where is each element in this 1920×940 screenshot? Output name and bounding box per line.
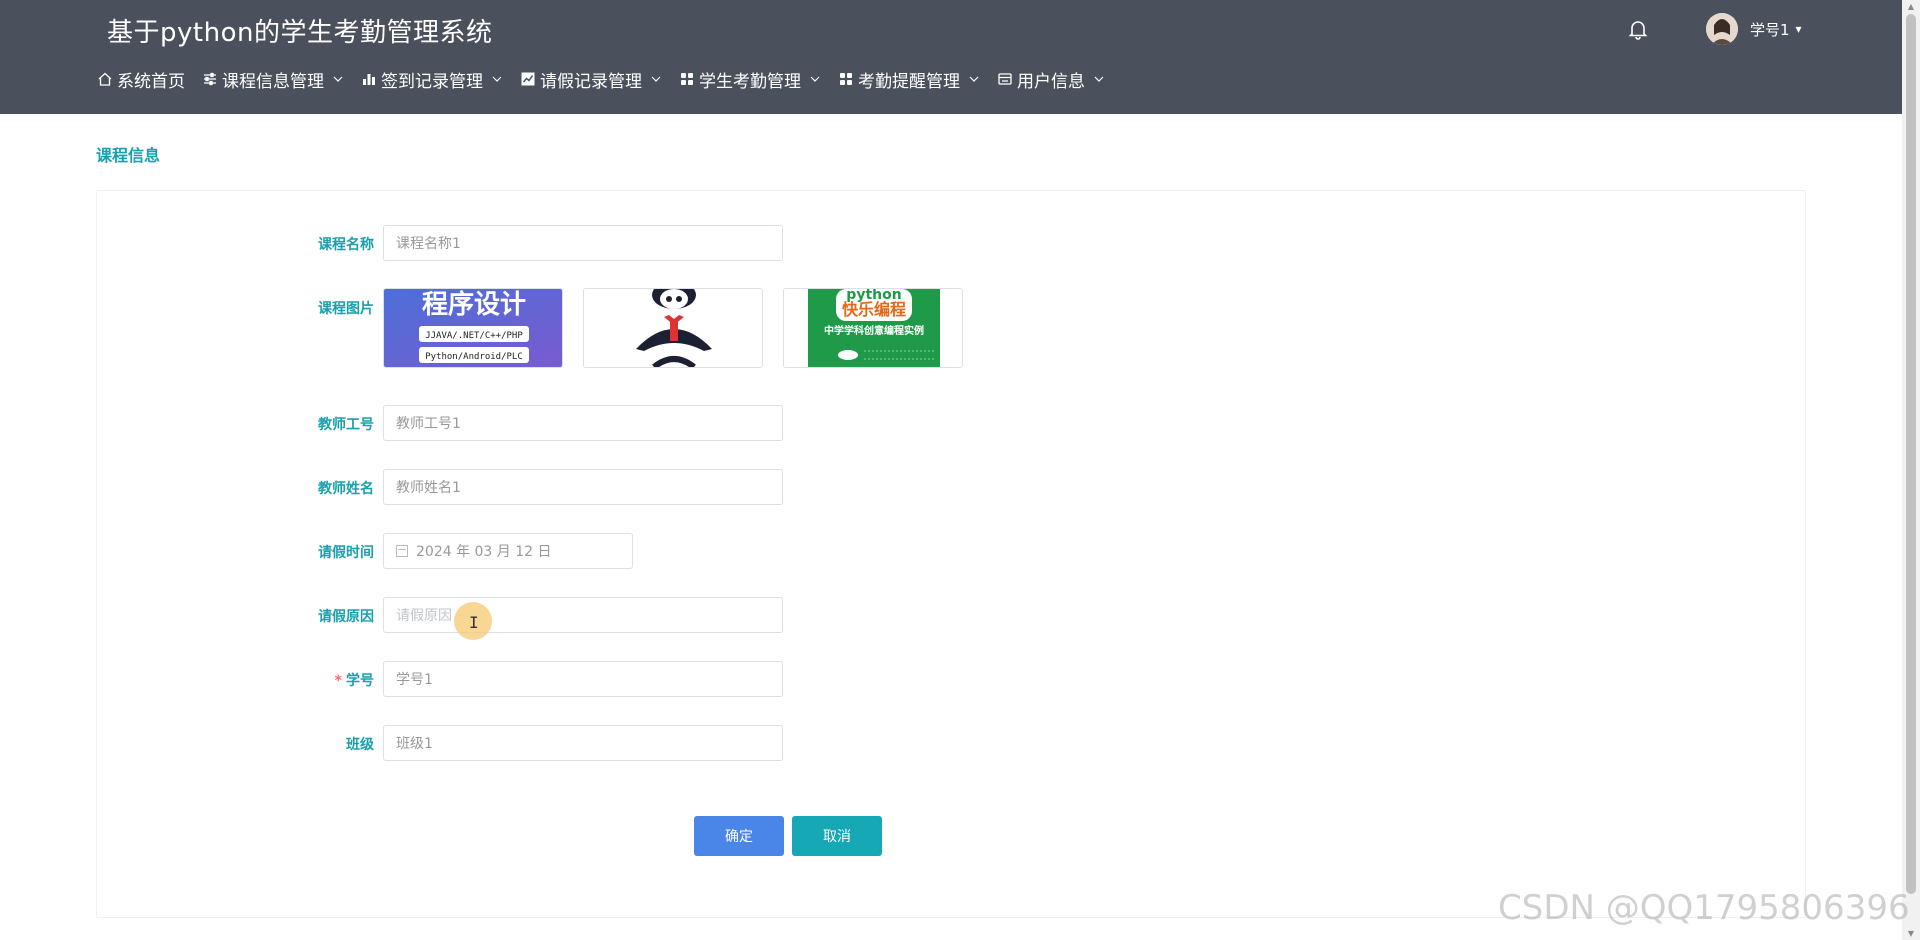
image-python-book[interactable]: python 快乐编程 中学学科创意编程实例	[783, 288, 963, 368]
chevron-down-icon	[651, 76, 661, 82]
leave-time-value: 2024 年 03 月 12 日	[416, 544, 552, 560]
teacher-id-field[interactable]: 教师工号1	[383, 405, 783, 441]
required-mark: *	[334, 673, 342, 689]
grid-icon	[681, 73, 693, 85]
teacher-name-field[interactable]: 教师姓名1	[383, 469, 783, 505]
nav-item-label: 系统首页	[117, 71, 185, 92]
teacher-name-label: 教师姓名	[318, 481, 374, 497]
course-name-field[interactable]: 课程名称1	[383, 225, 783, 261]
image-text-happy: 快乐编程	[842, 300, 906, 319]
nav-item-label: 请假记录管理	[540, 71, 642, 92]
student-id-label: * 学号	[274, 670, 374, 690]
page-title: 课程信息	[96, 146, 161, 165]
course-image-label: 课程图片	[318, 301, 374, 317]
home-icon	[98, 72, 112, 86]
chevron-down-icon	[1094, 76, 1104, 82]
watermark: CSDN @QQ1795806396	[1498, 888, 1910, 928]
line-chart-icon	[521, 72, 535, 86]
card-icon	[998, 73, 1012, 85]
confirm-button[interactable]: 确定	[694, 816, 784, 856]
student-id-field[interactable]: 学号1	[383, 661, 783, 697]
nav-item-user-info[interactable]: 用户信息	[997, 67, 1105, 92]
user-name: 学号1	[1750, 20, 1790, 39]
class-label: 班级	[346, 737, 374, 753]
nav-item-signin-records[interactable]: 签到记录管理	[361, 67, 503, 92]
image-text-subtitle: 中学学科创意编程实例	[824, 324, 924, 337]
leave-reason-label: 请假原因	[318, 609, 374, 625]
scrollbar-thumb[interactable]	[1906, 14, 1916, 894]
image-text-sub2: Python/Android/PLC	[425, 352, 523, 362]
chevron-down-icon	[492, 76, 502, 82]
student-id-label-text: 学号	[346, 673, 374, 689]
nav-item-attendance-reminder[interactable]: 考勤提醒管理	[838, 67, 980, 92]
scroll-up-icon[interactable]: ▲	[1906, 2, 1916, 11]
scrollbar[interactable]: ▲ ▼	[1902, 0, 1920, 940]
leave-reason-field[interactable]: 请假原因	[383, 597, 783, 633]
image-text-sub1: JJAVA/.NET/C++/PHP	[425, 331, 523, 341]
grid-icon	[840, 73, 852, 85]
avatar	[1706, 13, 1738, 45]
class-field[interactable]: 班级1	[383, 725, 783, 761]
nav-item-label: 课程信息管理	[222, 71, 324, 92]
top-header: 基于python的学生考勤管理系统 学号1 ▾ 系统首页 课程信息管理 签到记录…	[0, 0, 1902, 114]
nav-item-label: 签到记录管理	[381, 71, 483, 92]
main-nav: 系统首页 课程信息管理 签到记录管理 请假记录管理 学生考勤管理 考勤提醒管理	[97, 64, 1122, 94]
leave-time-datepicker[interactable]: 2024 年 03 月 12 日	[383, 533, 633, 569]
nav-item-home[interactable]: 系统首页	[97, 67, 185, 92]
nav-item-leave-records[interactable]: 请假记录管理	[520, 67, 662, 92]
text-cursor-icon: I	[469, 613, 479, 632]
scroll-down-icon[interactable]: ▼	[1906, 929, 1916, 938]
bell-icon[interactable]	[1626, 17, 1650, 41]
bar-chart-icon	[363, 74, 375, 85]
image-text-title: 程序设计	[422, 289, 526, 320]
cancel-button[interactable]: 取消	[792, 816, 882, 856]
course-name-label: 课程名称	[318, 237, 374, 253]
leave-time-label: 请假时间	[318, 545, 374, 561]
calendar-icon	[396, 545, 408, 557]
sliders-icon	[204, 72, 216, 86]
image-programming-design[interactable]: 程序设计 JJAVA/.NET/C++/PHP Python/Android/P…	[383, 288, 563, 368]
chevron-down-icon	[969, 76, 979, 82]
teacher-id-label: 教师工号	[318, 417, 374, 433]
nav-item-student-attendance[interactable]: 学生考勤管理	[679, 67, 821, 92]
chevron-down-icon	[333, 76, 343, 82]
nav-item-label: 考勤提醒管理	[858, 71, 960, 92]
nav-item-label: 学生考勤管理	[699, 71, 801, 92]
nav-item-label: 用户信息	[1017, 71, 1085, 92]
chevron-down-icon	[810, 76, 820, 82]
site-title: 基于python的学生考勤管理系统	[107, 18, 493, 48]
user-menu[interactable]: 学号1 ▾	[1706, 12, 1802, 46]
nav-item-course-info[interactable]: 课程信息管理	[202, 67, 344, 92]
caret-down-icon: ▾	[1795, 22, 1802, 36]
image-cartoon-penguin[interactable]	[583, 288, 763, 368]
